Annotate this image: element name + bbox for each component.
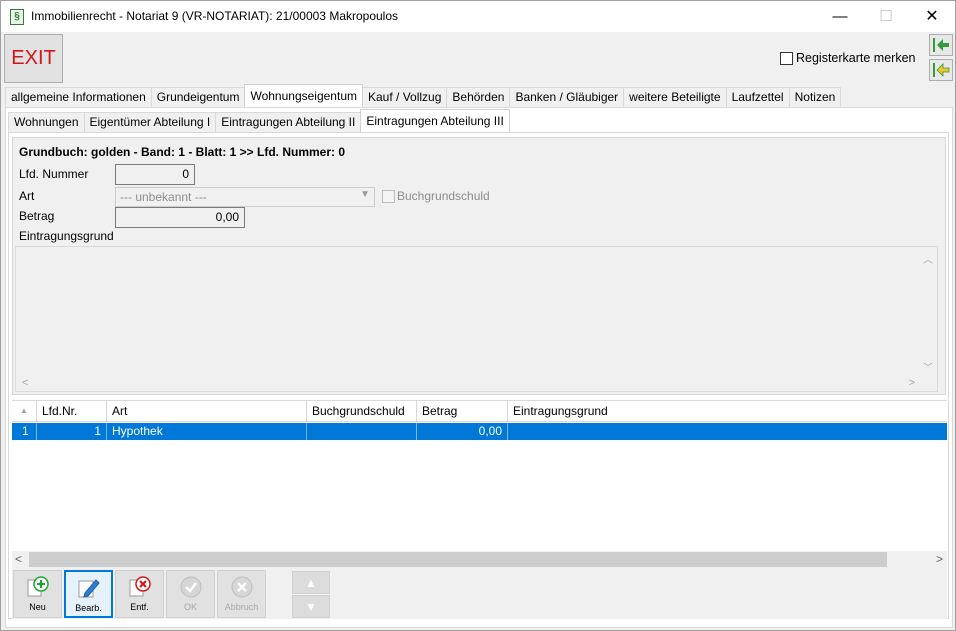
tab-grundeigentum[interactable]: Grundeigentum	[150, 87, 246, 107]
tab-wohnungseigentum[interactable]: Wohnungseigentum	[244, 84, 363, 107]
sort-indicator-icon[interactable]: ▲	[12, 401, 37, 422]
scroll-right-icon[interactable]: >	[909, 377, 915, 389]
column-header-art[interactable]: Art	[107, 401, 307, 422]
scroll-up-icon[interactable]: ︿	[923, 251, 933, 266]
delete-button-label: Entf.	[130, 602, 149, 612]
tab-banken-glaeubiger[interactable]: Banken / Gläubiger	[509, 87, 625, 107]
delete-button[interactable]: Entf.	[115, 570, 164, 618]
maximize-button[interactable]: ☐	[863, 1, 909, 32]
table-header: ▲ Lfd.Nr. Art Buchgrundschuld Betrag Ein…	[12, 401, 947, 422]
title-bar: § Immobilienrecht - Notariat 9 (VR-NOTAR…	[1, 1, 955, 32]
tab-wohnungen[interactable]: Wohnungen	[8, 112, 85, 132]
app-window: § Immobilienrecht - Notariat 9 (VR-NOTAR…	[0, 0, 956, 631]
triangle-up-icon: ▲	[305, 576, 317, 590]
move-up-button[interactable]: ▲	[292, 571, 330, 594]
eintragungsgrund-textarea[interactable]: ︿ ﹀ < >	[15, 246, 938, 392]
main-tab-bar: allgemeine Informationen Grundeigentum W…	[5, 84, 842, 107]
scroll-down-icon[interactable]: ﹀	[923, 359, 933, 374]
register-remember-checkbox[interactable]	[780, 52, 793, 65]
betrag-label: Betrag	[19, 209, 55, 223]
table-horizontal-scrollbar[interactable]: < >	[12, 551, 947, 568]
delete-document-icon	[129, 576, 151, 597]
cell-eintragungsgrund	[508, 423, 947, 440]
table-row[interactable]: 1 1 Hypothek 0,00	[12, 423, 947, 440]
cell-lfd: 1	[37, 423, 107, 440]
app-icon: §	[10, 9, 24, 25]
ok-button-label: OK	[183, 602, 197, 612]
tab-eigentuemer-abteilung-1[interactable]: Eigentümer Abteilung I	[83, 112, 217, 132]
column-header-lfd[interactable]: Lfd.Nr.	[37, 401, 107, 422]
chevron-down-icon: ▼	[360, 189, 370, 200]
move-down-button[interactable]: ▼	[292, 595, 330, 618]
close-button[interactable]: ✕	[909, 1, 955, 32]
cell-art: Hypothek	[107, 423, 307, 440]
tab-laufzettel[interactable]: Laufzettel	[725, 87, 790, 107]
cancel-button[interactable]: Abbruch	[217, 570, 266, 618]
tab-allgemeine-informationen[interactable]: allgemeine Informationen	[5, 87, 152, 107]
pencil-icon	[78, 579, 100, 598]
art-select[interactable]: --- unbekannt --- ▼	[115, 187, 375, 207]
grundbuch-header: Grundbuch: golden - Band: 1 - Blatt: 1 >…	[19, 145, 346, 159]
ok-button[interactable]: OK	[166, 570, 215, 618]
cancel-button-label: Abbruch	[224, 602, 259, 612]
new-button[interactable]: Neu	[13, 570, 62, 618]
cancel-icon	[231, 576, 252, 598]
tab-notizen[interactable]: Notizen	[788, 87, 842, 107]
tab-behoerden[interactable]: Behörden	[446, 87, 511, 107]
lfd-nummer-field[interactable]: 0	[115, 164, 195, 185]
register-remember-label: Registerkarte merken	[796, 51, 916, 65]
edit-button[interactable]: Bearb.	[64, 570, 113, 618]
triangle-down-icon: ▼	[305, 600, 317, 614]
tab-weitere-beteiligte[interactable]: weitere Beteiligte	[623, 87, 727, 107]
scrollbar-thumb[interactable]	[29, 552, 887, 567]
buchgrundschuld-label: Buchgrundschuld	[397, 189, 490, 203]
sub-tab-bar: Wohnungen Eigentümer Abteilung I Eintrag…	[8, 109, 510, 132]
window-title: Immobilienrecht - Notariat 9 (VR-NOTARIA…	[31, 9, 399, 23]
art-select-value: --- unbekannt ---	[120, 190, 207, 204]
scroll-right-icon[interactable]: >	[936, 552, 943, 566]
cell-betrag: 0,00	[417, 423, 508, 440]
scroll-left-icon[interactable]: <	[15, 552, 22, 566]
entries-table: ▲ Lfd.Nr. Art Buchgrundschuld Betrag Ein…	[12, 400, 947, 568]
art-label: Art	[19, 189, 35, 203]
tab-kauf-vollzug[interactable]: Kauf / Vollzug	[362, 87, 448, 107]
column-header-buchgrundschuld[interactable]: Buchgrundschuld	[307, 401, 417, 422]
add-document-icon	[27, 576, 49, 597]
scroll-left-icon[interactable]: <	[22, 377, 28, 389]
betrag-field[interactable]: 0,00	[115, 207, 245, 228]
checkmark-icon	[180, 576, 201, 598]
arrow-left-bar-icon	[933, 38, 949, 52]
arrow-left-yellow-icon	[933, 63, 950, 77]
nav-back-button[interactable]	[929, 59, 953, 81]
cell-buchgrundschuld	[307, 423, 417, 440]
nav-first-button[interactable]	[929, 34, 953, 56]
row-index: 1	[12, 423, 37, 440]
eintragungsgrund-label: Eintragungsgrund	[19, 229, 114, 243]
tab-eintragungen-abteilung-3[interactable]: Eintragungen Abteilung III	[360, 109, 510, 132]
minimize-button[interactable]: —	[817, 1, 863, 32]
buchgrundschuld-checkbox[interactable]	[382, 190, 395, 203]
new-button-label: Neu	[29, 602, 46, 612]
edit-button-label: Bearb.	[75, 603, 102, 613]
lfd-nummer-label: Lfd. Nummer	[19, 167, 89, 181]
column-header-eintragungsgrund[interactable]: Eintragungsgrund	[508, 401, 947, 422]
tab-eintragungen-abteilung-2[interactable]: Eintragungen Abteilung II	[215, 112, 362, 132]
column-header-betrag[interactable]: Betrag	[417, 401, 508, 422]
exit-button[interactable]: EXIT	[4, 34, 63, 83]
